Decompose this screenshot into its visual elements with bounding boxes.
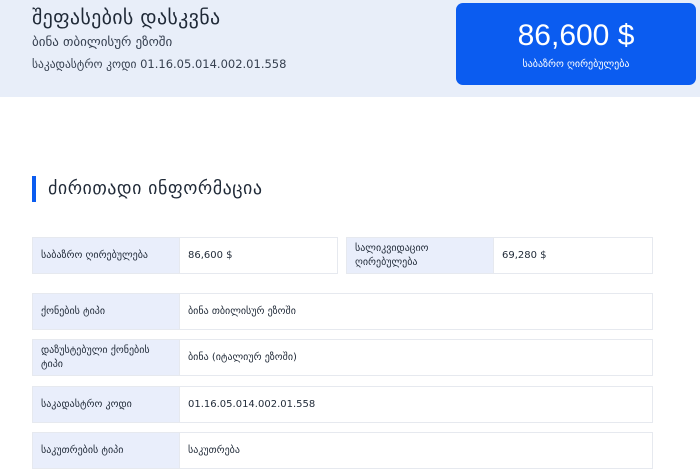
info-value: ბინა (იტალიურ ეზოში)	[180, 339, 653, 376]
info-label: საკუთრების ტიპი	[32, 432, 180, 469]
info-row-specified-type: დაზუსტებული ქონების ტიპი ბინა (იტალიურ ე…	[32, 339, 653, 376]
info-value: ბინა თბილისურ ეზოში	[180, 293, 653, 330]
info-row-liquidation-value: სალიკვიდაციო ღირებულება 69,280 $	[346, 237, 653, 274]
section-title-main-info: ძირითადი ინფორმაცია	[32, 176, 263, 202]
market-value-card: 86,600 $ საბაზრო ღირებულება	[456, 3, 696, 85]
info-row-cadastral-code: საკადასტრო კოდი 01.16.05.014.002.01.558	[32, 386, 653, 423]
info-label: სალიკვიდაციო ღირებულება	[346, 237, 494, 274]
info-label: საკადასტრო კოდი	[32, 386, 180, 423]
property-subtitle: ბინა თბილისურ ეზოში	[32, 35, 173, 50]
market-value-amount: 86,600 $	[517, 19, 635, 52]
info-label: დაზუსტებული ქონების ტიპი	[32, 339, 180, 376]
market-value-label: საბაზრო ღირებულება	[522, 59, 630, 70]
info-value: 86,600 $	[180, 237, 338, 274]
info-label: საბაზრო ღირებულება	[32, 237, 180, 274]
info-value: 01.16.05.014.002.01.558	[180, 386, 653, 423]
info-value: 69,280 $	[494, 237, 653, 274]
info-label: ქონების ტიპი	[32, 293, 180, 330]
cadastral-code-line: საკადასტრო კოდი 01.16.05.014.002.01.558	[32, 57, 287, 71]
report-title: შეფასების დასკვნა	[32, 5, 221, 29]
info-row-market-value: საბაზრო ღირებულება 86,600 $	[32, 237, 338, 274]
info-row-property-type: ქონების ტიპი ბინა თბილისურ ეზოში	[32, 293, 653, 330]
info-value: საკუთრება	[180, 432, 653, 469]
info-row-ownership-type: საკუთრების ტიპი საკუთრება	[32, 432, 653, 469]
